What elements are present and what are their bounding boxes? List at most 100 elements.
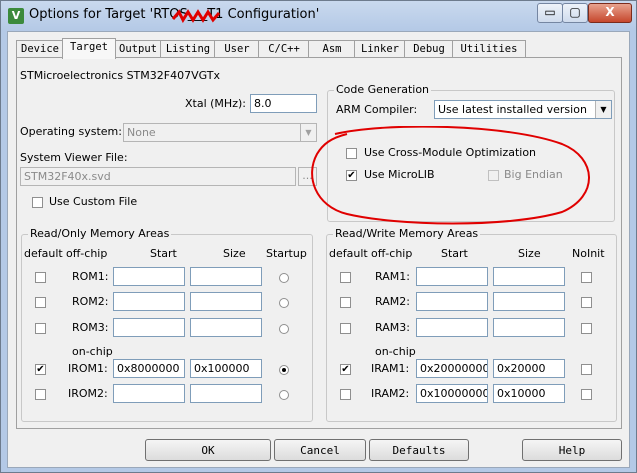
cancel-button[interactable]: Cancel xyxy=(274,439,366,461)
irom1-label: IROM1: xyxy=(68,362,108,375)
arm-compiler-label: ARM Compiler: xyxy=(336,103,418,116)
rom3-startup-radio[interactable] xyxy=(279,324,289,334)
ram3-start-input[interactable] xyxy=(416,318,488,337)
os-label: Operating system: xyxy=(20,125,122,138)
iram1-start-input[interactable]: 0x20000000 xyxy=(416,359,488,378)
use-microlib-checkbox[interactable]: ✔ xyxy=(346,170,357,181)
tab-device[interactable]: Device xyxy=(16,40,64,58)
rom3-size-input[interactable] xyxy=(190,318,262,337)
ram1-default-checkbox[interactable] xyxy=(340,272,351,283)
rom2-startup-radio[interactable] xyxy=(279,298,289,308)
chevron-down-icon: ▼ xyxy=(595,101,611,118)
irom2-default-checkbox[interactable] xyxy=(35,389,46,400)
ok-button[interactable]: OK xyxy=(145,439,271,461)
chevron-down-icon: ▼ xyxy=(300,124,316,141)
title-bar[interactable]: V Options for Target 'RTOS___T1 Configur… xyxy=(1,1,636,31)
tab-listing[interactable]: Listing xyxy=(160,40,216,58)
rw-header-offchip: off-chip xyxy=(371,247,413,260)
irom2-size-input[interactable] xyxy=(190,384,262,403)
xtal-input[interactable]: 8.0 xyxy=(250,94,317,113)
keil-app-icon: V xyxy=(8,8,24,24)
rw-onchip-label: on-chip xyxy=(375,345,416,358)
ro-onchip-label: on-chip xyxy=(72,345,113,358)
irom2-label: IROM2: xyxy=(68,387,108,400)
close-button[interactable]: X xyxy=(588,3,632,23)
cross-module-optimization-label: Use Cross-Module Optimization xyxy=(364,146,537,159)
tab-linker[interactable]: Linker xyxy=(354,40,406,58)
ram1-size-input[interactable] xyxy=(493,267,565,286)
irom1-default-checkbox[interactable]: ✔ xyxy=(35,364,46,375)
options-dialog: V Options for Target 'RTOS___T1 Configur… xyxy=(0,0,637,473)
help-button[interactable]: Help xyxy=(522,439,622,461)
rom1-default-checkbox[interactable] xyxy=(35,272,46,283)
code-generation-group: Code Generation ARM Compiler: Use latest… xyxy=(327,83,615,222)
code-generation-title: Code Generation xyxy=(334,83,432,96)
use-custom-file-label: Use Custom File xyxy=(49,195,138,208)
tab-asm[interactable]: Asm xyxy=(308,40,356,58)
rom1-startup-radio[interactable] xyxy=(279,273,289,283)
iram2-label: IRAM2: xyxy=(371,387,410,400)
arm-compiler-value: Use latest installed version xyxy=(438,103,587,116)
rom1-size-input[interactable] xyxy=(190,267,262,286)
svd-label: System Viewer File: xyxy=(20,151,128,164)
iram1-default-checkbox[interactable]: ✔ xyxy=(340,364,351,375)
irom2-start-input[interactable] xyxy=(113,384,185,403)
rw-header-start: Start xyxy=(441,247,468,260)
iram2-noinit-checkbox[interactable] xyxy=(581,389,592,400)
target-tab-panel: STMicroelectronics STM32F407VGTx Xtal (M… xyxy=(16,57,622,429)
os-select[interactable]: None ▼ xyxy=(123,123,317,142)
irom1-startup-radio[interactable] xyxy=(279,365,289,375)
tab-output[interactable]: Output xyxy=(114,40,162,58)
xtal-label: Xtal (MHz): xyxy=(185,97,246,110)
iram2-size-input[interactable]: 0x10000 xyxy=(493,384,565,403)
rom2-default-checkbox[interactable] xyxy=(35,297,46,308)
rom3-default-checkbox[interactable] xyxy=(35,323,46,334)
iram2-start-input[interactable]: 0x10000000 xyxy=(416,384,488,403)
tab-c-cpp[interactable]: C/C++ xyxy=(258,40,310,58)
read-only-memory-title: Read/Only Memory Areas xyxy=(28,227,172,240)
rom3-start-input[interactable] xyxy=(113,318,185,337)
ro-header-offchip: off-chip xyxy=(66,247,108,260)
dialog-client-area: Device Target Output Listing User C/C++ … xyxy=(7,31,630,468)
ram2-default-checkbox[interactable] xyxy=(340,297,351,308)
rom2-start-input[interactable] xyxy=(113,292,185,311)
iram1-label: IRAM1: xyxy=(371,362,410,375)
svd-browse-button[interactable]: ... xyxy=(298,167,317,186)
iram1-noinit-checkbox[interactable] xyxy=(581,364,592,375)
irom1-start-input[interactable]: 0x8000000 xyxy=(113,359,185,378)
ram2-start-input[interactable] xyxy=(416,292,488,311)
maximize-button[interactable]: ▢ xyxy=(562,3,588,23)
tab-debug[interactable]: Debug xyxy=(404,40,454,58)
rom1-label: ROM1: xyxy=(72,270,109,283)
rw-header-default: default xyxy=(329,247,368,260)
rom3-label: ROM3: xyxy=(72,321,109,334)
rw-header-size: Size xyxy=(518,247,541,260)
defaults-button[interactable]: Defaults xyxy=(369,439,469,461)
irom2-startup-radio[interactable] xyxy=(279,390,289,400)
ram2-size-input[interactable] xyxy=(493,292,565,311)
ram1-start-input[interactable] xyxy=(416,267,488,286)
ro-header-default: default xyxy=(24,247,63,260)
iram2-default-checkbox[interactable] xyxy=(340,389,351,400)
ram3-size-input[interactable] xyxy=(493,318,565,337)
tab-utilities[interactable]: Utilities xyxy=(452,40,526,58)
tab-target[interactable]: Target xyxy=(62,38,116,59)
ram3-default-checkbox[interactable] xyxy=(340,323,351,334)
os-value: None xyxy=(127,126,156,139)
ro-header-startup: Startup xyxy=(266,247,307,260)
tab-user[interactable]: User xyxy=(214,40,260,58)
arm-compiler-select[interactable]: Use latest installed version ▼ xyxy=(434,100,612,119)
big-endian-checkbox[interactable] xyxy=(488,170,499,181)
minimize-button[interactable]: ▭ xyxy=(537,3,563,23)
ram2-noinit-checkbox[interactable] xyxy=(581,297,592,308)
ram1-noinit-checkbox[interactable] xyxy=(581,272,592,283)
iram1-size-input[interactable]: 0x20000 xyxy=(493,359,565,378)
rom1-start-input[interactable] xyxy=(113,267,185,286)
use-custom-file-checkbox[interactable] xyxy=(32,197,43,208)
cross-module-optimization-checkbox[interactable] xyxy=(346,148,357,159)
redaction-scribble xyxy=(171,9,221,23)
irom1-size-input[interactable]: 0x100000 xyxy=(190,359,262,378)
ram3-noinit-checkbox[interactable] xyxy=(581,323,592,334)
svd-input[interactable]: STM32F40x.svd xyxy=(20,167,296,186)
rom2-size-input[interactable] xyxy=(190,292,262,311)
